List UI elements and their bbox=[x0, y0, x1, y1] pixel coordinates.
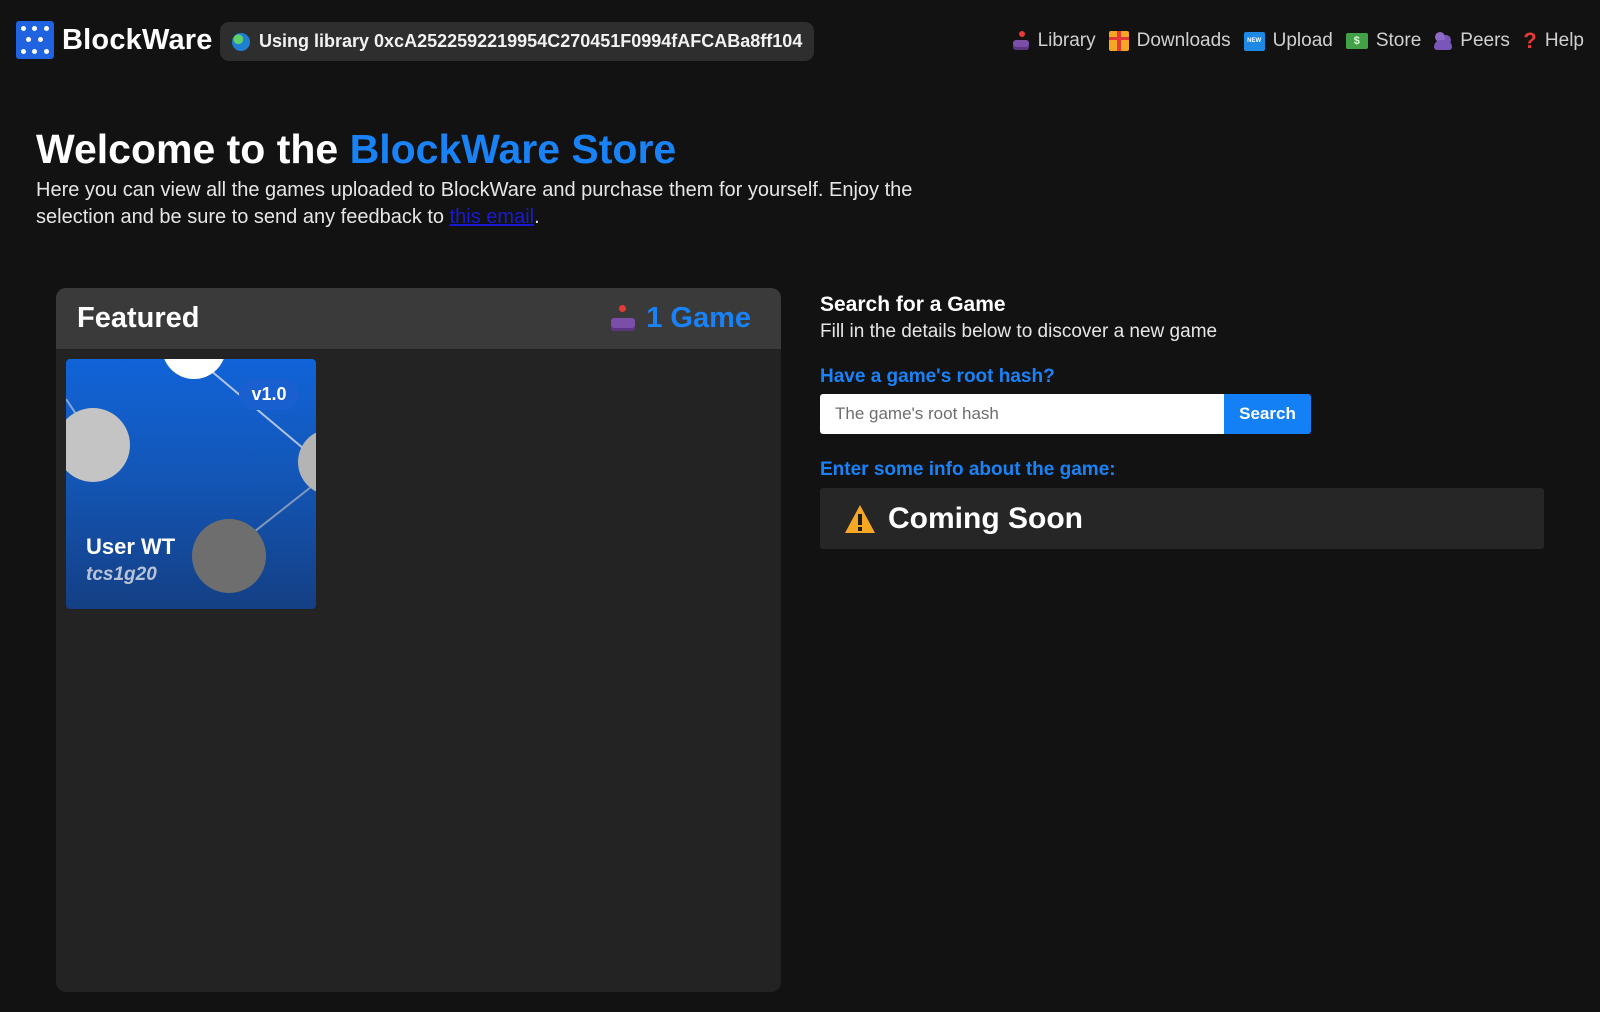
game-card[interactable]: v1.0 User WT tcs1g20 bbox=[66, 359, 316, 609]
nav-peers-label: Peers bbox=[1460, 30, 1510, 51]
version-badge: v1.0 bbox=[239, 379, 299, 410]
page-title-accent: BlockWare Store bbox=[349, 126, 677, 172]
featured-panel: Featured 1 Game v1.0 User WT tcs1g20 bbox=[56, 288, 781, 992]
joystick-icon bbox=[1012, 31, 1030, 51]
game-title: User WT bbox=[86, 534, 176, 559]
nav-store[interactable]: $ Store bbox=[1345, 30, 1422, 52]
hero: Welcome to the BlockWare Store Here you … bbox=[36, 124, 996, 231]
nav-help-label: Help bbox=[1544, 30, 1584, 51]
navbar: BlockWare Using library 0xcA252259221995… bbox=[0, 0, 1600, 82]
intro-after: . bbox=[534, 206, 540, 228]
search-title: Search for a Game bbox=[820, 293, 1006, 316]
search-button[interactable]: Search bbox=[1224, 394, 1311, 434]
game-author: tcs1g20 bbox=[86, 564, 157, 585]
featured-title: Featured bbox=[77, 302, 200, 334]
feedback-email-link[interactable]: this email bbox=[450, 206, 534, 228]
game-count: 1 Game bbox=[610, 302, 751, 335]
game-info-label: Enter some info about the game: bbox=[820, 459, 1116, 480]
money-icon: $ bbox=[1345, 33, 1368, 49]
search-row: Search bbox=[820, 394, 1311, 434]
nav-help[interactable]: ? Help bbox=[1523, 30, 1584, 52]
brand[interactable]: BlockWare bbox=[16, 20, 213, 60]
nav-library-label: Library bbox=[1037, 30, 1096, 51]
search-subtitle: Fill in the details below to discover a … bbox=[820, 321, 1218, 342]
nav-library[interactable]: Library bbox=[1012, 30, 1096, 52]
gift-icon bbox=[1108, 31, 1129, 51]
nav-store-label: Store bbox=[1375, 30, 1422, 51]
library-indicator[interactable]: Using library 0xcA2522592219954C270451F0… bbox=[220, 22, 814, 61]
root-hash-label: Have a game's root hash? bbox=[820, 366, 1055, 387]
brand-name: BlockWare bbox=[62, 23, 213, 56]
nav-peers[interactable]: Peers bbox=[1434, 30, 1510, 52]
joystick-icon bbox=[610, 304, 636, 333]
page-title: Welcome to the BlockWare Store bbox=[36, 124, 996, 174]
featured-header: Featured 1 Game bbox=[56, 288, 781, 349]
store-page: BlockWare Using library 0xcA252259221995… bbox=[0, 0, 1600, 1012]
globe-icon bbox=[232, 32, 250, 51]
question-icon: ? bbox=[1523, 28, 1537, 53]
dice-icon bbox=[16, 21, 54, 59]
nav-downloads[interactable]: Downloads bbox=[1108, 30, 1231, 52]
new-icon: NEW bbox=[1243, 31, 1265, 51]
library-text: Using library 0xcA2522592219954C270451F0… bbox=[259, 31, 803, 51]
page-title-prefix: Welcome to the bbox=[36, 126, 350, 172]
nav-downloads-label: Downloads bbox=[1136, 30, 1231, 51]
root-hash-input[interactable] bbox=[820, 394, 1224, 434]
intro-text: Here you can view all the games uploaded… bbox=[36, 177, 956, 231]
warning-icon bbox=[845, 504, 875, 533]
search-section: Search for a Game Fill in the details be… bbox=[820, 292, 1547, 549]
coming-soon-box: Coming Soon bbox=[820, 488, 1544, 549]
coming-soon-text: Coming Soon bbox=[888, 501, 1083, 535]
game-count-label: 1 Game bbox=[646, 302, 751, 334]
nav-links: Library Downloads NEW Upload $ Store Pee… bbox=[999, 24, 1584, 58]
nav-upload[interactable]: NEW Upload bbox=[1243, 30, 1333, 52]
nav-upload-label: Upload bbox=[1272, 30, 1333, 51]
peers-icon bbox=[1434, 31, 1453, 51]
